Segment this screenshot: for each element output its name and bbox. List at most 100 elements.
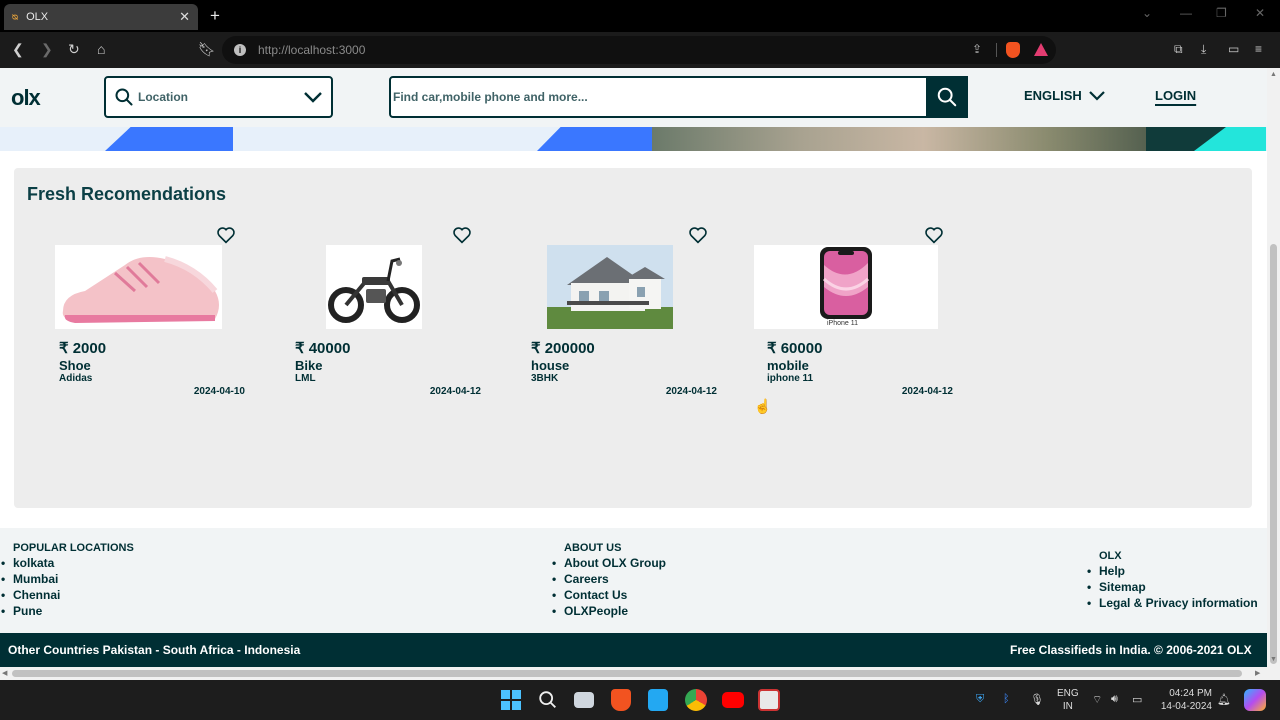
search-icon <box>937 87 957 107</box>
search-input[interactable] <box>391 78 926 116</box>
olx-column: OLX Help Sitemap Legal & Privacy informa… <box>1099 550 1258 611</box>
copyright-text: Free Classifieds in India. © 2006-2021 O… <box>1010 643 1252 657</box>
vscode-icon[interactable] <box>648 689 668 711</box>
scroll-down-icon[interactable]: ▼ <box>1270 656 1277 663</box>
banner-shape <box>105 127 233 151</box>
brave-shields-icon[interactable] <box>1006 42 1020 58</box>
search-button[interactable] <box>926 76 968 118</box>
system-clock[interactable]: 04:24 PM 14-04-2024 <box>1160 687 1212 713</box>
wallet-icon[interactable]: ▭ <box>1228 42 1239 56</box>
tab-close-icon[interactable]: ✕ <box>179 9 190 25</box>
site-info-icon[interactable]: i <box>234 44 246 56</box>
snipping-tool-icon[interactable] <box>758 689 780 711</box>
footer-link-olxpeople[interactable]: OLXPeople <box>564 603 666 619</box>
section-title: Fresh Recomendations <box>27 184 227 204</box>
bluetooth-icon[interactable]: ᛒ <box>1003 693 1010 705</box>
footer-link-about-olx[interactable]: About OLX Group <box>564 555 666 571</box>
chevron-down-icon <box>1089 90 1105 101</box>
search-icon[interactable] <box>537 689 559 711</box>
back-icon[interactable]: ❮ <box>12 41 24 58</box>
location-search-icon <box>115 88 133 106</box>
heart-icon[interactable] <box>452 226 472 244</box>
footer-link-chennai[interactable]: Chennai <box>13 587 134 603</box>
url-text[interactable]: http://localhost:3000 <box>258 43 365 57</box>
login-link[interactable]: LOGIN <box>1155 88 1196 103</box>
location-placeholder[interactable]: Location <box>138 90 303 104</box>
heart-icon[interactable] <box>688 226 708 244</box>
product-card[interactable]: ₹ 200000 house 3BHK 2024-04-12 <box>513 226 717 404</box>
olx-favicon-icon: ᴓ <box>12 11 19 23</box>
banner-shape <box>537 127 655 151</box>
horizontal-scroll-thumb[interactable] <box>12 670 1242 677</box>
footer-link-mumbai[interactable]: Mumbai <box>13 571 134 587</box>
downloads-icon[interactable]: ⤓ <box>1201 42 1206 57</box>
footer-link-pune[interactable]: Pune <box>13 603 134 619</box>
olx-header: olx Location ENGLISH LOGIN <box>0 68 1267 127</box>
heart-icon[interactable] <box>216 226 236 244</box>
product-name: Bike <box>295 358 323 373</box>
product-name: house <box>531 358 570 373</box>
clock-time: 04:24 PM <box>1169 688 1212 699</box>
browser-tab-bar: ᴓ OLX ✕ + ⌄ — ❐ ✕ <box>0 0 1280 32</box>
minimize-button[interactable]: — <box>1180 6 1192 20</box>
input-language[interactable]: ENG IN <box>1057 687 1079 713</box>
microphone-icon[interactable]: 🎙︎ <box>1030 693 1044 706</box>
scroll-up-icon[interactable]: ▲ <box>1270 71 1277 78</box>
house-image <box>547 245 673 329</box>
battery-icon[interactable]: ▭ <box>1132 693 1142 706</box>
vertical-scrollbar[interactable]: ▲ ▼ <box>1267 68 1280 667</box>
vertical-scroll-thumb[interactable] <box>1270 244 1277 664</box>
brave-browser-icon[interactable] <box>611 689 631 711</box>
product-description: iphone 11 <box>767 373 814 384</box>
file-explorer-icon[interactable] <box>574 692 594 708</box>
menu-icon[interactable]: ≡ <box>1255 42 1262 56</box>
youtube-icon[interactable] <box>722 692 744 708</box>
footer-link-sitemap[interactable]: Sitemap <box>1099 579 1258 595</box>
security-icon[interactable]: ⛨ <box>976 693 984 706</box>
brave-rewards-icon[interactable] <box>1034 43 1048 56</box>
location-selector[interactable]: Location <box>104 76 333 118</box>
tab-search-icon[interactable]: ⌄ <box>1142 6 1152 20</box>
bookmark-icon[interactable]: 🔖︎ <box>198 41 216 58</box>
heart-icon[interactable] <box>924 226 944 244</box>
windows-start-icon[interactable] <box>500 689 522 711</box>
wifi-icon[interactable]: ⌔ <box>1092 693 1102 707</box>
footer-link-contact[interactable]: Contact Us <box>564 587 666 603</box>
volume-icon[interactable]: 🔊︎ <box>1111 693 1118 706</box>
product-name: Shoe <box>59 358 91 373</box>
language-selector[interactable]: ENGLISH <box>1024 88 1106 103</box>
horizontal-scrollbar[interactable]: ◀ ▶ <box>0 667 1280 680</box>
scroll-left-icon[interactable]: ◀ <box>2 669 7 677</box>
product-card[interactable]: ₹ 40000 Bike LML 2024-04-12 <box>277 226 481 404</box>
iphone-image: iPhone 11 <box>754 245 938 329</box>
footer-link-careers[interactable]: Careers <box>564 571 666 587</box>
footer: POPULAR LOCATIONS kolkata Mumbai Chennai… <box>0 528 1267 633</box>
popular-locations-column: POPULAR LOCATIONS kolkata Mumbai Chennai… <box>13 542 134 619</box>
promo-banner[interactable] <box>0 127 1267 151</box>
post-date: 2024-04-12 <box>665 386 717 397</box>
product-card[interactable]: iPhone 11 ₹ 60000 mobile iphone 11 2024-… <box>749 226 953 404</box>
olx-logo[interactable]: olx <box>11 85 41 111</box>
close-window-button[interactable]: ✕ <box>1255 6 1265 20</box>
chevron-down-icon[interactable] <box>303 90 323 104</box>
footer-link-kolkata[interactable]: kolkata <box>13 555 134 571</box>
new-tab-button[interactable]: + <box>210 6 220 26</box>
forward-icon[interactable]: ❯ <box>41 41 53 58</box>
address-bar[interactable]: i http://localhost:3000 ⇪ <box>222 36 1056 64</box>
reload-icon[interactable]: ↻ <box>68 41 80 58</box>
footer-bar: Other Countries Pakistan - South Africa … <box>0 633 1267 667</box>
browser-tab[interactable]: ᴓ OLX ✕ <box>4 4 198 30</box>
extensions-icon[interactable]: ⧉ <box>1174 42 1183 57</box>
home-icon[interactable]: ⌂ <box>97 41 105 57</box>
footer-link-legal[interactable]: Legal & Privacy information <box>1099 595 1258 611</box>
footer-link-help[interactable]: Help <box>1099 563 1258 579</box>
scroll-right-icon[interactable]: ▶ <box>1255 669 1260 677</box>
chrome-icon[interactable] <box>685 689 707 711</box>
language-label[interactable]: ENGLISH <box>1024 88 1082 103</box>
share-icon[interactable]: ⇪ <box>972 42 982 56</box>
column-heading: ABOUT US <box>564 542 622 554</box>
product-card[interactable]: ₹ 2000 Shoe Adidas 2024-04-10 <box>41 226 245 404</box>
maximize-button[interactable]: ❐ <box>1216 6 1227 20</box>
copilot-icon[interactable] <box>1244 689 1266 711</box>
notification-bell-icon[interactable]: 🔔︎ <box>1217 693 1231 706</box>
